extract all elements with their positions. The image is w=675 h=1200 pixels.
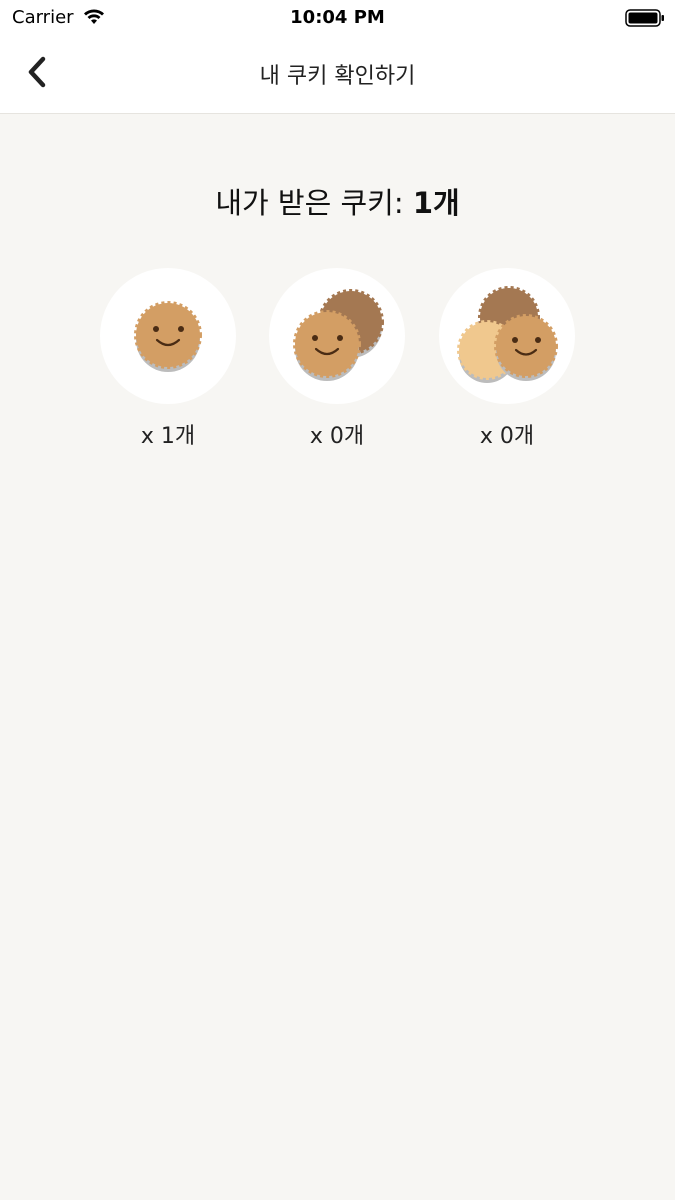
cookie-circle [269,268,405,404]
summary-count: 1개 [412,186,460,220]
cookie-item-double: x 0개 [267,268,407,450]
double-cookie-icon [293,289,384,381]
triple-cookie-icon [457,286,558,383]
status-time: 10:04 PM [290,7,385,28]
page-title: 내 쿠키 확인하기 [259,64,416,89]
cookie-item-single: x 1개 [98,268,238,450]
nav-bar: 내 쿠키 확인하기 [0,36,675,114]
cookie-count-label: x 0개 [479,424,535,449]
cookie-circle [439,268,575,404]
summary-label: 내가 받은 쿠키: [215,186,413,220]
status-bar: Carrier 10:04 PM [0,0,675,36]
cookie-summary: 내가 받은 쿠키: 1개 [0,180,675,222]
cookie-item-triple: x 0개 [437,268,577,450]
cookie-circle [100,268,236,404]
cookie-count-label: x 1개 [140,424,196,449]
single-cookie-icon [134,301,202,372]
battery-icon [625,8,665,32]
cookie-count-label: x 0개 [309,424,365,449]
